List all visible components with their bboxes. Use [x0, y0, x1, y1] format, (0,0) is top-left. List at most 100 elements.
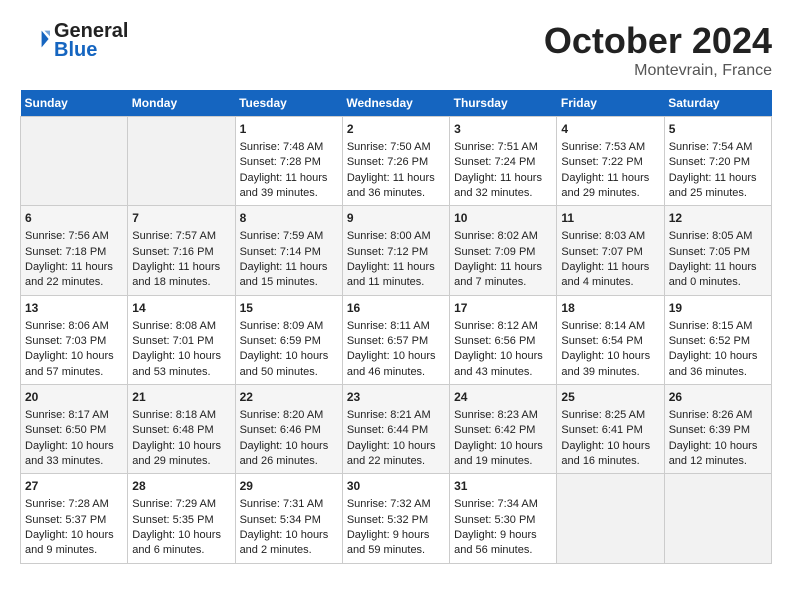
- day-number: 14: [132, 300, 230, 317]
- calendar-cell: 19Sunrise: 8:15 AMSunset: 6:52 PMDayligh…: [664, 295, 771, 384]
- calendar-cell: 13 Sunrise: 8:06 AMSunset: 7:03 PMDayligh…: [21, 295, 128, 384]
- day-number: 30: [347, 478, 445, 495]
- day-number: 16: [347, 300, 445, 317]
- day-info: Daylight: 11 hours and 39 minutes.: [240, 171, 338, 202]
- weekday-header: Tuesday: [235, 90, 342, 117]
- day-info: Sunset: 6:54 PM: [561, 334, 659, 349]
- day-info: Sunset: 7:16 PM: [132, 245, 230, 260]
- day-info: Sunrise: 7:51 AM: [454, 140, 552, 155]
- calendar-cell: 24Sunrise: 8:23 AMSunset: 6:42 PMDayligh…: [450, 385, 557, 474]
- page-header: General Blue October 2024 Montevrain, Fr…: [20, 20, 772, 80]
- calendar-cell: 20Sunrise: 8:17 AMSunset: 6:50 PMDayligh…: [21, 385, 128, 474]
- day-info: Sunset: 6:48 PM: [132, 423, 230, 438]
- calendar-cell: 15Sunrise: 8:09 AMSunset: 6:59 PMDayligh…: [235, 295, 342, 384]
- day-info: Daylight: 11 hours and 7 minutes.: [454, 260, 552, 291]
- calendar-table: SundayMondayTuesdayWednesdayThursdayFrid…: [20, 90, 772, 564]
- day-number: 20: [25, 389, 123, 406]
- day-info: Sunrise: 8:17 AM: [25, 408, 123, 423]
- day-number: 21: [132, 389, 230, 406]
- day-info: Sunrise: 8:23 AM: [454, 408, 552, 423]
- day-info: Sunrise: 7:59 AM: [240, 229, 338, 244]
- calendar-cell: 25 Sunrise: 8:25 AMSunset: 6:41 PMDayligh…: [557, 385, 664, 474]
- calendar-cell: 17Sunrise: 8:12 AMSunset: 6:56 PMDayligh…: [450, 295, 557, 384]
- day-info: Sunset: 7:07 PM: [561, 245, 659, 260]
- day-number: 25: [561, 389, 659, 406]
- day-number: 19: [669, 300, 767, 317]
- day-number: 7: [132, 210, 230, 227]
- day-info: Daylight: 10 hours and 6 minutes.: [132, 528, 230, 559]
- calendar-week-row: 27Sunrise: 7:28 AMSunset: 5:37 PMDayligh…: [21, 474, 772, 563]
- day-info: Daylight: 11 hours and 32 minutes.: [454, 171, 552, 202]
- calendar-week-row: 20Sunrise: 8:17 AMSunset: 6:50 PMDayligh…: [21, 385, 772, 474]
- calendar-cell: 2Sunrise: 7:50 AMSunset: 7:26 PMDaylight…: [342, 117, 449, 206]
- calendar-cell: [21, 117, 128, 206]
- day-info: Sunset: 5:34 PM: [240, 513, 338, 528]
- day-info: Daylight: 10 hours and 33 minutes.: [25, 439, 123, 470]
- day-info: Daylight: 10 hours and 53 minutes.: [132, 349, 230, 380]
- day-info: Sunrise: 8:20 AM: [240, 408, 338, 423]
- calendar-cell: 10Sunrise: 8:02 AMSunset: 7:09 PMDayligh…: [450, 206, 557, 295]
- day-number: 12: [669, 210, 767, 227]
- day-info: Daylight: 10 hours and 29 minutes.: [132, 439, 230, 470]
- day-number: 17: [454, 300, 552, 317]
- calendar-cell: 4Sunrise: 7:53 AMSunset: 7:22 PMDaylight…: [557, 117, 664, 206]
- month-title: October 2024: [544, 20, 772, 62]
- day-info: Daylight: 10 hours and 46 minutes.: [347, 349, 445, 380]
- calendar-cell: 22Sunrise: 8:20 AMSunset: 6:46 PMDayligh…: [235, 385, 342, 474]
- day-info: Daylight: 10 hours and 57 minutes.: [25, 349, 123, 380]
- day-number: 27: [25, 478, 123, 495]
- calendar-cell: 26Sunrise: 8:26 AMSunset: 6:39 PMDayligh…: [664, 385, 771, 474]
- day-info: Sunset: 6:57 PM: [347, 334, 445, 349]
- day-info: Sunset: 7:18 PM: [25, 245, 123, 260]
- day-info: Sunset: 7:01 PM: [132, 334, 230, 349]
- weekday-header: Friday: [557, 90, 664, 117]
- day-info: Sunrise: 8:12 AM: [454, 319, 552, 334]
- day-number: 29: [240, 478, 338, 495]
- location: Montevrain, France: [544, 62, 772, 80]
- day-info: Sunrise: 8:05 AM: [669, 229, 767, 244]
- calendar-cell: 6Sunrise: 7:56 AMSunset: 7:18 PMDaylight…: [21, 206, 128, 295]
- day-info: Sunrise: 7:54 AM: [669, 140, 767, 155]
- day-info: Daylight: 10 hours and 9 minutes.: [25, 528, 123, 559]
- day-info: Sunset: 6:46 PM: [240, 423, 338, 438]
- day-number: 6: [25, 210, 123, 227]
- day-info: Sunrise: 7:48 AM: [240, 140, 338, 155]
- day-number: 31: [454, 478, 552, 495]
- day-number: 15: [240, 300, 338, 317]
- day-info: Sunset: 5:32 PM: [347, 513, 445, 528]
- calendar-cell: 7Sunrise: 7:57 AMSunset: 7:16 PMDaylight…: [128, 206, 235, 295]
- day-info: Sunrise: 8:06 AM: [25, 319, 123, 334]
- calendar-cell: 8Sunrise: 7:59 AMSunset: 7:14 PMDaylight…: [235, 206, 342, 295]
- day-number: 13: [25, 300, 123, 317]
- logo-icon: [22, 25, 50, 53]
- weekday-header: Thursday: [450, 90, 557, 117]
- day-info: Sunset: 6:41 PM: [561, 423, 659, 438]
- calendar-cell: 30Sunrise: 7:32 AMSunset: 5:32 PMDayligh…: [342, 474, 449, 563]
- day-info: Sunrise: 7:32 AM: [347, 497, 445, 512]
- day-info: Sunset: 7:12 PM: [347, 245, 445, 260]
- day-info: Daylight: 10 hours and 16 minutes.: [561, 439, 659, 470]
- day-info: Sunset: 6:39 PM: [669, 423, 767, 438]
- day-number: 3: [454, 121, 552, 138]
- day-info: Sunset: 7:03 PM: [25, 334, 123, 349]
- calendar-cell: 9Sunrise: 8:00 AMSunset: 7:12 PMDaylight…: [342, 206, 449, 295]
- day-info: Sunset: 5:35 PM: [132, 513, 230, 528]
- logo: General Blue: [20, 20, 128, 62]
- day-info: Sunset: 5:30 PM: [454, 513, 552, 528]
- day-number: 26: [669, 389, 767, 406]
- day-info: Sunset: 7:05 PM: [669, 245, 767, 260]
- day-info: Sunrise: 8:25 AM: [561, 408, 659, 423]
- calendar-cell: 23Sunrise: 8:21 AMSunset: 6:44 PMDayligh…: [342, 385, 449, 474]
- day-info: Daylight: 11 hours and 4 minutes.: [561, 260, 659, 291]
- day-info: Daylight: 11 hours and 25 minutes.: [669, 171, 767, 202]
- day-number: 8: [240, 210, 338, 227]
- calendar-cell: 3Sunrise: 7:51 AMSunset: 7:24 PMDaylight…: [450, 117, 557, 206]
- day-info: Sunset: 7:14 PM: [240, 245, 338, 260]
- calendar-week-row: 6Sunrise: 7:56 AMSunset: 7:18 PMDaylight…: [21, 206, 772, 295]
- day-number: 11: [561, 210, 659, 227]
- weekday-header: Sunday: [21, 90, 128, 117]
- day-info: Sunrise: 7:50 AM: [347, 140, 445, 155]
- day-info: Sunrise: 8:21 AM: [347, 408, 445, 423]
- day-number: 1: [240, 121, 338, 138]
- calendar-cell: [664, 474, 771, 563]
